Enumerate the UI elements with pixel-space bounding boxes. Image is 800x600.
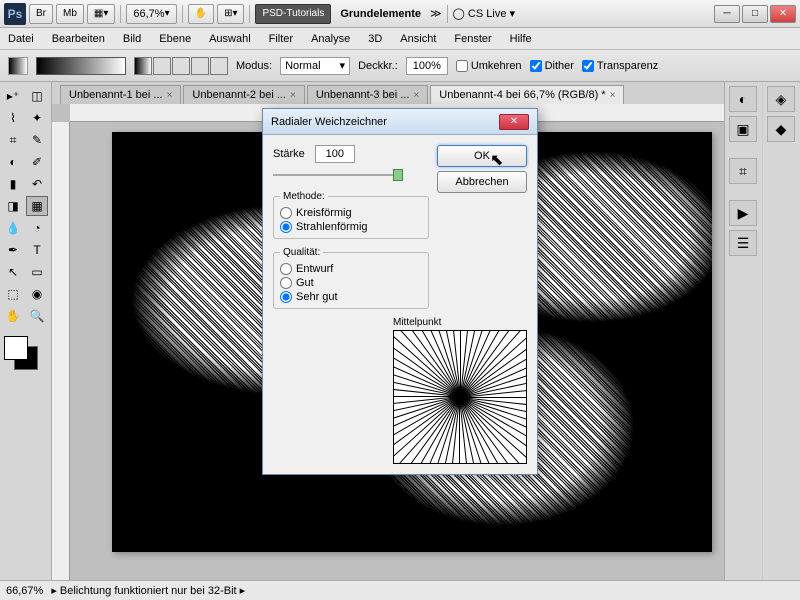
doc-tab-0[interactable]: Unbenannt-1 bei ...× [60,85,181,104]
arrange-button[interactable]: ⊞▾ [217,4,244,24]
menu-ansicht[interactable]: Ansicht [400,33,436,45]
method-spin-radio[interactable]: Kreisförmig [280,206,422,220]
menu-fenster[interactable]: Fenster [454,33,491,45]
gradient-reflected[interactable] [191,57,209,75]
workspace-label[interactable]: Grundelemente [334,8,427,20]
maximize-button[interactable]: □ [742,5,768,23]
3d-tool[interactable]: ⬚ [2,284,24,304]
radial-blur-dialog: Radialer Weichzeichner ✕ Stärke Methode:… [262,108,538,475]
tool-indicator [8,57,28,75]
bridge-button[interactable]: Br [29,4,53,24]
dialog-title: Radialer Weichzeichner [271,116,387,128]
quality-draft-radio[interactable]: Entwurf [280,262,422,276]
tab-close-icon[interactable]: × [290,90,296,101]
mode-label: Modus: [236,60,272,72]
more-icon[interactable]: ≫ [430,7,442,20]
panel-channels-icon[interactable]: ◆ [767,116,795,142]
3dcam-tool[interactable]: ◉ [26,284,48,304]
gradient-diamond[interactable] [210,57,228,75]
doc-tab-3[interactable]: Unbenannt-4 bei 66,7% (RGB/8) *× [430,85,624,104]
strength-slider[interactable] [273,167,403,183]
dodge-tool[interactable]: ◔ [26,218,48,238]
cancel-button[interactable]: Abbrechen [437,171,527,193]
panel-layers-icon[interactable]: ◈ [767,86,795,112]
mode-select[interactable]: Normal▾ [280,57,350,75]
method-group: Methode: Kreisförmig Strahlenförmig [273,191,429,239]
history-tool[interactable]: ↶ [26,174,48,194]
panel-adjustments-icon[interactable]: ◐ [729,86,757,112]
color-swatches[interactable] [2,336,42,376]
stamp-tool[interactable]: ▮ [2,174,24,194]
type-tool[interactable]: T [26,240,48,260]
method-zoom-radio[interactable]: Strahlenförmig [280,220,422,234]
menu-bild[interactable]: Bild [123,33,141,45]
doc-tab-2[interactable]: Unbenannt-3 bei ...× [307,85,428,104]
preview-label: Mittelpunkt [393,317,527,328]
ruler-vertical [52,122,70,600]
menu-datei[interactable]: Datei [8,33,34,45]
app-logo: Ps [4,3,26,25]
dialog-close-button[interactable]: ✕ [499,114,529,130]
menu-bearbeiten[interactable]: Bearbeiten [52,33,105,45]
screenmode-button[interactable]: ▦▾ [87,4,115,24]
hand-icon[interactable]: ✋ [188,4,214,24]
menu-ebene[interactable]: Ebene [159,33,191,45]
panel-masks-icon[interactable]: ▣ [729,116,757,142]
path-tool[interactable]: ↖ [2,262,24,282]
opacity-input[interactable] [406,57,448,75]
toolbox: ▸⁺◫ ⌇✦ ⌗✎ ◐✐ ▮↶ ◨▦ 💧◔ ✒T ↖▭ ⬚◉ ✋🔍 [0,82,52,600]
eraser-tool[interactable]: ◨ [2,196,24,216]
brand-button[interactable]: PSD-Tutorials [255,4,331,24]
panel-history-icon[interactable]: ☰ [729,230,757,256]
blur-tool[interactable]: 💧 [2,218,24,238]
strength-label: Stärke [273,148,305,160]
close-button[interactable]: ✕ [770,5,796,23]
zoom-dropdown[interactable]: 66,7% ▾ [126,4,176,24]
hand-tool[interactable]: ✋ [2,306,24,326]
ok-button[interactable]: OK [437,145,527,167]
minibridge-button[interactable]: Mb [56,4,84,24]
shape-tool[interactable]: ▭ [26,262,48,282]
heal-tool[interactable]: ◐ [2,152,24,172]
menu-filter[interactable]: Filter [269,33,293,45]
blur-center-preview[interactable] [393,330,527,464]
brush-tool[interactable]: ✐ [26,152,48,172]
gradient-linear[interactable] [134,57,152,75]
quality-group: Qualität: Entwurf Gut Sehr gut [273,247,429,309]
status-zoom[interactable]: 66,67% [6,585,43,597]
lasso-tool[interactable]: ⌇ [2,108,24,128]
reverse-checkbox[interactable]: Umkehren [456,60,522,72]
crop-tool[interactable]: ⌗ [2,130,24,150]
transparency-checkbox[interactable]: Transparenz [582,60,658,72]
eyedropper-tool[interactable]: ✎ [26,130,48,150]
status-message: ▸ Belichtung funktioniert nur bei 32-Bit… [51,584,245,597]
quality-best-radio[interactable]: Sehr gut [280,290,422,304]
panel-crop-icon[interactable]: ⌗ [729,158,757,184]
wand-tool[interactable]: ✦ [26,108,48,128]
tab-close-icon[interactable]: × [413,90,419,101]
opacity-label: Deckkr.: [358,60,398,72]
gradient-tool[interactable]: ▦ [26,196,48,216]
menu-hilfe[interactable]: Hilfe [510,33,532,45]
tab-close-icon[interactable]: × [167,90,173,101]
cslive-icon[interactable]: ◯ CS Live ▾ [453,7,515,20]
minimize-button[interactable]: ─ [714,5,740,23]
doc-tab-1[interactable]: Unbenannt-2 bei ...× [183,85,304,104]
menu-3d[interactable]: 3D [368,33,382,45]
gradient-angle[interactable] [172,57,190,75]
tab-close-icon[interactable]: × [610,90,616,101]
move-tool[interactable]: ▸⁺ [2,86,24,106]
quality-good-radio[interactable]: Gut [280,276,422,290]
panel-actions-icon[interactable]: ▶ [729,200,757,226]
marquee-tool[interactable]: ◫ [26,86,48,106]
menu-auswahl[interactable]: Auswahl [209,33,251,45]
strength-input[interactable] [315,145,355,163]
zoom-tool[interactable]: 🔍 [26,306,48,326]
gradient-radial[interactable] [153,57,171,75]
menu-analyse[interactable]: Analyse [311,33,350,45]
gradient-preview[interactable] [36,57,126,75]
dither-checkbox[interactable]: Dither [530,60,574,72]
pen-tool[interactable]: ✒ [2,240,24,260]
